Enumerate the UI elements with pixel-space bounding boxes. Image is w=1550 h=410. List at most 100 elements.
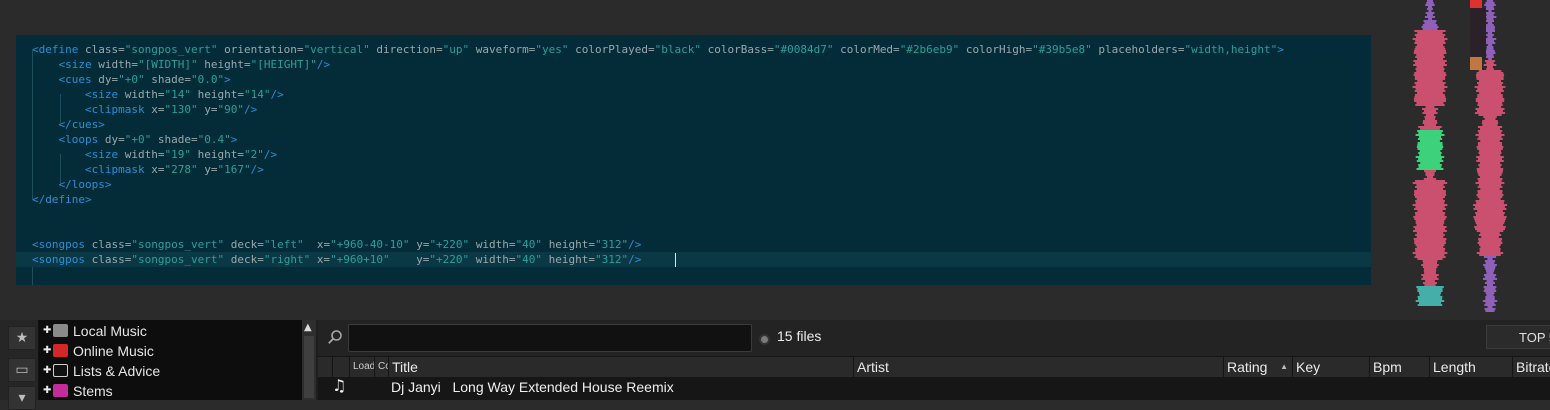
waveform-slice: [1478, 114, 1502, 116]
waveform-slice: [1480, 232, 1500, 234]
code-token: "songpos_vert": [124, 43, 218, 56]
col-rating[interactable]: Rating ▲: [1223, 357, 1292, 377]
code-line[interactable]: </define>: [16, 192, 1371, 207]
waveform-slice: [1416, 102, 1444, 104]
chevron-down-icon[interactable]: ▾: [8, 386, 36, 410]
col-title[interactable]: Title: [388, 357, 853, 377]
search-input[interactable]: [348, 324, 752, 352]
code-token: "songpos_vert": [131, 253, 225, 266]
expand-icon[interactable]: ✚: [43, 341, 51, 361]
code-line[interactable]: <cues dy="+0" shade="0.0">: [16, 72, 1371, 87]
waveform-slice: [1486, 14, 1494, 16]
waveform-slice: [1476, 160, 1504, 162]
music-note-icon: ♫: [332, 376, 347, 395]
tree-item-local-music[interactable]: ✚ Local Music: [41, 321, 296, 341]
code-line[interactable]: <define class="songpos_vert" orientation…: [16, 42, 1371, 57]
waveform-slice: [1488, 10, 1492, 12]
code-line[interactable]: <clipmask x="278" y="167"/>: [16, 162, 1371, 177]
waveform-slice: [1483, 286, 1497, 288]
waveform-slice: [1417, 80, 1443, 82]
col-length[interactable]: Length: [1429, 357, 1512, 377]
code-token: "40": [515, 253, 543, 266]
code-line[interactable]: [16, 207, 1371, 222]
star-icon[interactable]: ★: [8, 326, 36, 350]
waveform-slice: [1421, 274, 1439, 276]
waveform-slice: [1418, 166, 1442, 168]
waveform-slice: [1478, 158, 1502, 160]
col-bpm[interactable]: Bpm: [1369, 357, 1429, 377]
code-line[interactable]: <size width="[WIDTH]" height="[HEIGHT]"/…: [16, 57, 1371, 72]
waveform-slice: [1415, 220, 1445, 222]
top-button[interactable]: TOP 5: [1486, 325, 1550, 349]
folder-add-icon[interactable]: ▭: [8, 358, 36, 382]
tree-item-lists-advice[interactable]: ✚ Lists & Advice: [41, 361, 296, 381]
expand-icon[interactable]: ✚: [43, 361, 51, 381]
code-token: width=: [124, 88, 165, 101]
expand-icon[interactable]: ✚: [43, 321, 51, 341]
table-row[interactable]: ♫ Dj Janyi Long Way Extended House Reemi…: [318, 376, 1550, 397]
scroll-up-icon[interactable]: ▲: [304, 322, 312, 333]
waveform-slice: [1421, 278, 1439, 280]
code-line[interactable]: <size width="14" height="14"/>: [16, 87, 1371, 102]
code-line[interactable]: <loops dy="+0" shade="0.4">: [16, 132, 1371, 147]
waveform-slice: [1415, 46, 1445, 48]
code-line[interactable]: [16, 222, 1371, 237]
waveform-slice: [1416, 168, 1444, 170]
waveform-slice: [1419, 136, 1441, 138]
waveform-slice: [1473, 208, 1507, 210]
code-line[interactable]: </loops>: [16, 177, 1371, 192]
code-line-text: <size width="14" height="14"/>: [32, 87, 284, 102]
code-line[interactable]: [16, 267, 1371, 282]
waveform-slice: [1479, 106, 1502, 108]
waveform-slice: [1417, 290, 1443, 292]
col-co[interactable]: Co: [374, 357, 388, 377]
waveform-slice: [1417, 304, 1443, 306]
code-line[interactable]: </cues>: [16, 117, 1371, 132]
waveform-slice: [1474, 86, 1506, 88]
waveform-slice: [1481, 236, 1499, 238]
tree-item-stems[interactable]: ✚ Stems: [41, 381, 296, 401]
waveform-slice: [1483, 116, 1497, 118]
waveform-slice: [1418, 158, 1442, 160]
col-key[interactable]: Key: [1292, 357, 1369, 377]
code-editor[interactable]: <define class="songpos_vert" orientation…: [16, 35, 1371, 285]
expand-icon[interactable]: ✚: [43, 381, 51, 401]
waveform-slice: [1416, 146, 1444, 148]
songpos-waveforms[interactable]: [1405, 0, 1550, 320]
code-token: height=: [197, 148, 244, 161]
code-line[interactable]: <songpos class="songpos_vert" deck="left…: [16, 237, 1371, 252]
code-line[interactable]: <size width="19" height="2"/>: [16, 147, 1371, 162]
waveform-slice: [1478, 234, 1502, 236]
left-deck-waveform[interactable]: [1412, 0, 1448, 306]
waveform-slice: [1413, 226, 1447, 228]
waveform-slice: [1478, 240, 1502, 242]
code-line[interactable]: <songpos class="songpos_vert" deck="righ…: [16, 252, 1371, 267]
code-line-text: <cues dy="+0" shade="0.0">: [32, 72, 231, 87]
col-icon[interactable]: [332, 357, 349, 377]
col-artist[interactable]: Artist: [853, 357, 1223, 377]
search-icon[interactable]: [327, 329, 343, 345]
col-bitrate[interactable]: Bitrate: [1512, 357, 1550, 377]
waveform-slice: [1478, 164, 1502, 166]
code-token: </loops>: [58, 178, 112, 191]
waveform-slice: [1485, 296, 1495, 298]
waveform-slice: [1414, 212, 1446, 214]
waveform-slice: [1484, 288, 1496, 290]
col-load[interactable]: Load: [349, 357, 374, 377]
waveform-slice: [1487, 36, 1493, 38]
code-token: />: [243, 103, 258, 116]
tree-scrollbar[interactable]: ▲: [302, 320, 316, 400]
code-line[interactable]: <clipmask x="130" y="90"/>: [16, 102, 1371, 117]
waveform-slice: [1421, 26, 1439, 28]
waveform-slice: [1486, 54, 1494, 56]
waveform-slice: [1415, 104, 1445, 106]
waveform-slice: [1478, 132, 1502, 134]
waveform-slice: [1423, 178, 1437, 180]
scrollbar-thumb[interactable]: [304, 336, 314, 398]
tree-item-online-music[interactable]: ✚ Online Music: [41, 341, 296, 361]
search-bar: 15 files TOP 5: [318, 320, 1550, 356]
